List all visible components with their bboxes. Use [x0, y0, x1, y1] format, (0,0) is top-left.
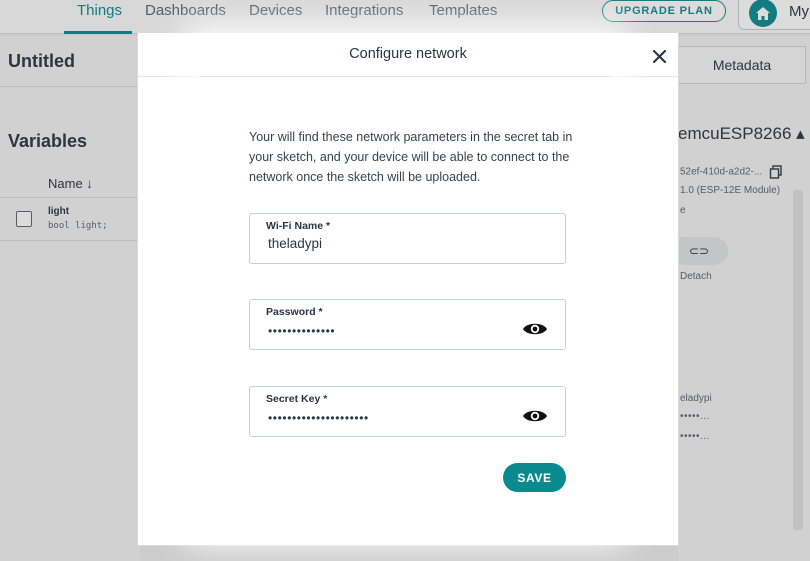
wifi-name-field[interactable]: Wi-Fi Name * [249, 213, 566, 264]
show-secret-eye-icon[interactable] [522, 407, 548, 425]
password-input[interactable]: •••••••••••••• [268, 324, 335, 338]
password-field[interactable]: Password * •••••••••••••• [249, 299, 566, 350]
dialog-description: Your will find these network parameters … [249, 130, 573, 184]
close-icon [652, 49, 666, 63]
save-button[interactable]: SAVE [503, 463, 566, 492]
dialog-header: Configure network [138, 33, 678, 77]
show-password-eye-icon[interactable] [522, 320, 548, 338]
secret-key-label: Secret Key * [266, 393, 328, 405]
configure-network-dialog: Configure network Your will find these n… [138, 33, 678, 545]
secret-key-input[interactable]: ••••••••••••••••••••• [268, 411, 369, 425]
wifi-name-label: Wi-Fi Name * [266, 220, 331, 232]
close-button[interactable] [646, 43, 672, 69]
password-label: Password * [266, 306, 323, 318]
secret-key-field[interactable]: Secret Key * ••••••••••••••••••••• [249, 386, 566, 437]
wifi-name-input[interactable] [268, 236, 508, 251]
dialog-title: Configure network [349, 46, 467, 62]
